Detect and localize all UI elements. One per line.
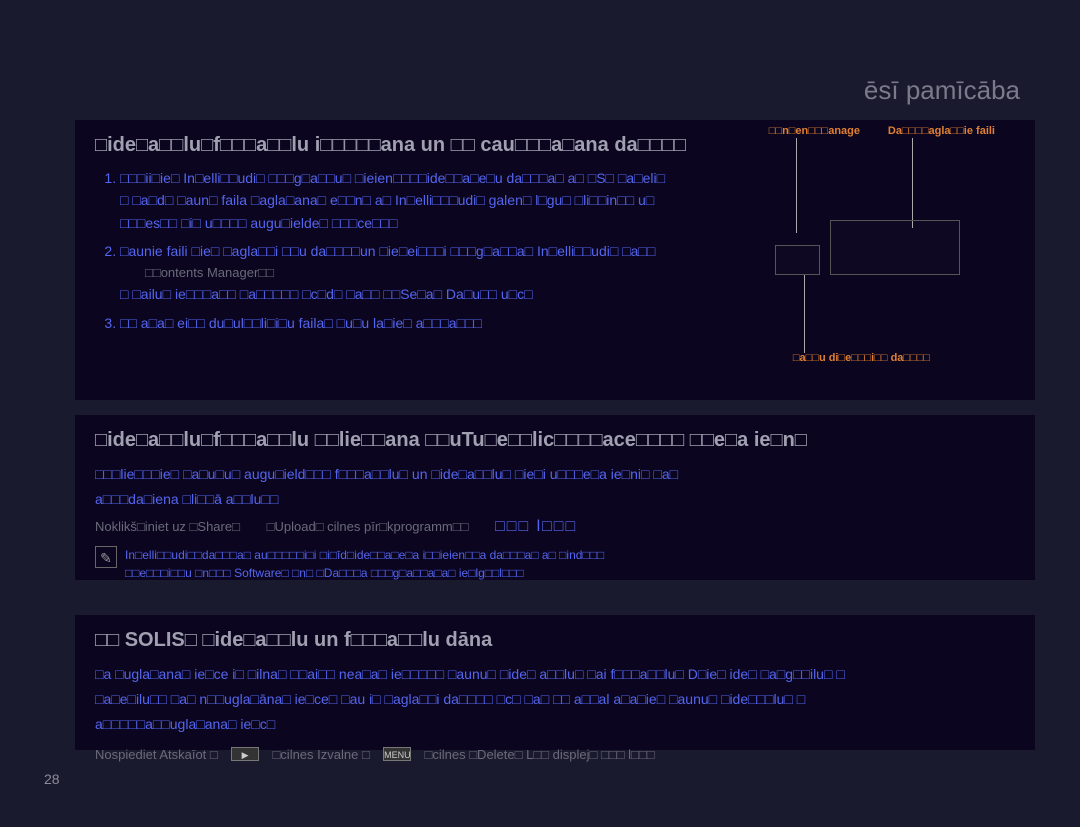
item-1-text: □□□ii□ie□ In□elli□□udi□ □□□g□a□□u□ □ieie… [120,170,665,186]
action-tabs-2: □cilnes □Delete□ L□□ displej□ □□□ l□□□ [425,747,655,762]
diagram-box-small [775,245,820,275]
section-3-title: □□ SOLIS□ □ide□a□□lu un f□□□a□□lu dāna [95,629,1015,652]
item-2-sub-b: □ □ailu□ ie□□□a□□ □a□□□□□ □c□d□ □a□□ □□S… [120,283,1015,305]
instruction-item-3: □□ a□a□ ei□□ du□ul□□li□i□u faila□ □u□u l… [120,312,1015,334]
diagram-box-large [830,220,960,275]
section-2: □ide□a□□lu□f□□□a□□lu □□lie□□ana □□uTu□e□… [75,415,1035,580]
action-playback: Nospiediet Atskaīot □ [95,747,218,762]
section-2-body-2: a□□□da□iena □li□□ā a□□lu□□ [95,487,1015,512]
note-line-1: In□elli□□udi□□da□□□a□ au□□□□□i□i □i□īd□i… [125,546,604,564]
connector-line-3 [804,275,805,353]
section-2-body-1: □□□lie□□□ie□ □a□u□u□ augu□ield□□□ f□□□a□… [95,462,1015,487]
section-1-title: □ide□a□□lu□f□□□a□□lu i□□□□□ana un □□ cau… [95,134,1015,157]
link-share: Noklikš□iniet uz □Share□ [95,519,240,534]
section-1: □ide□a□□lu□f□□□a□□lu i□□□□□ana un □□ cau… [75,120,1035,400]
page-number: 28 [44,771,60,787]
diagram-area [775,220,975,280]
menu-icon: MENU [383,747,411,761]
link-more: □□□ l□□□ [495,518,577,535]
note-line-2: □□e□□□i□□u □n□□□ Software□ □n□ □Da□□□a □… [125,564,604,582]
connector-line-2 [912,138,913,228]
section-3-body-3: a□□□□□a□□ugla□ana□ ie□c□ [95,712,1015,737]
play-icon: ▶ [231,747,259,761]
callout-label-3: □a□□u di□e□□□i□□ da□□□□ [793,352,930,364]
action-tabs-1: □cilnes Izvalne □ [272,747,369,762]
item-1-sub-a: □ □a□d□ □aun□ faila □agla□ana□ e□□n□ a□ … [120,189,1015,211]
connector-line-1 [796,138,797,233]
section-3-body-1: □a □ugla□ana□ ie□ce i□ □ilna□ □□ai□□ nea… [95,662,1015,687]
note-row: ✎ In□elli□□udi□□da□□□a□ au□□□□□i□i □i□īd… [95,546,1015,582]
callout-label-2: Da□□□□agla□□ie faili [888,125,995,137]
link-upload: □Upload□ cilnes pīr□kprogramm□□ [267,519,469,534]
item-2-text: □aunie faili □ie□ □agla□□i □□u da□□□□un … [120,243,655,259]
section-3: □□ SOLIS□ □ide□a□□lu un f□□□a□□lu dāna □… [75,615,1035,750]
callout-label-1: □□n□en□□□anage [769,125,860,137]
note-icon: ✎ [95,546,117,568]
section-2-title: □ide□a□□lu□f□□□a□□lu □□lie□□ana □□uTu□e□… [95,429,1015,452]
page-header: ēsī pamīcāba [864,75,1020,106]
section-3-body-2: □a□e□ilu□□ □a□ n□□ugla□āna□ ie□ce□ □au i… [95,687,1015,712]
item-3-text: □□ a□a□ ei□□ du□ul□□li□i□u faila□ □u□u l… [120,315,482,331]
